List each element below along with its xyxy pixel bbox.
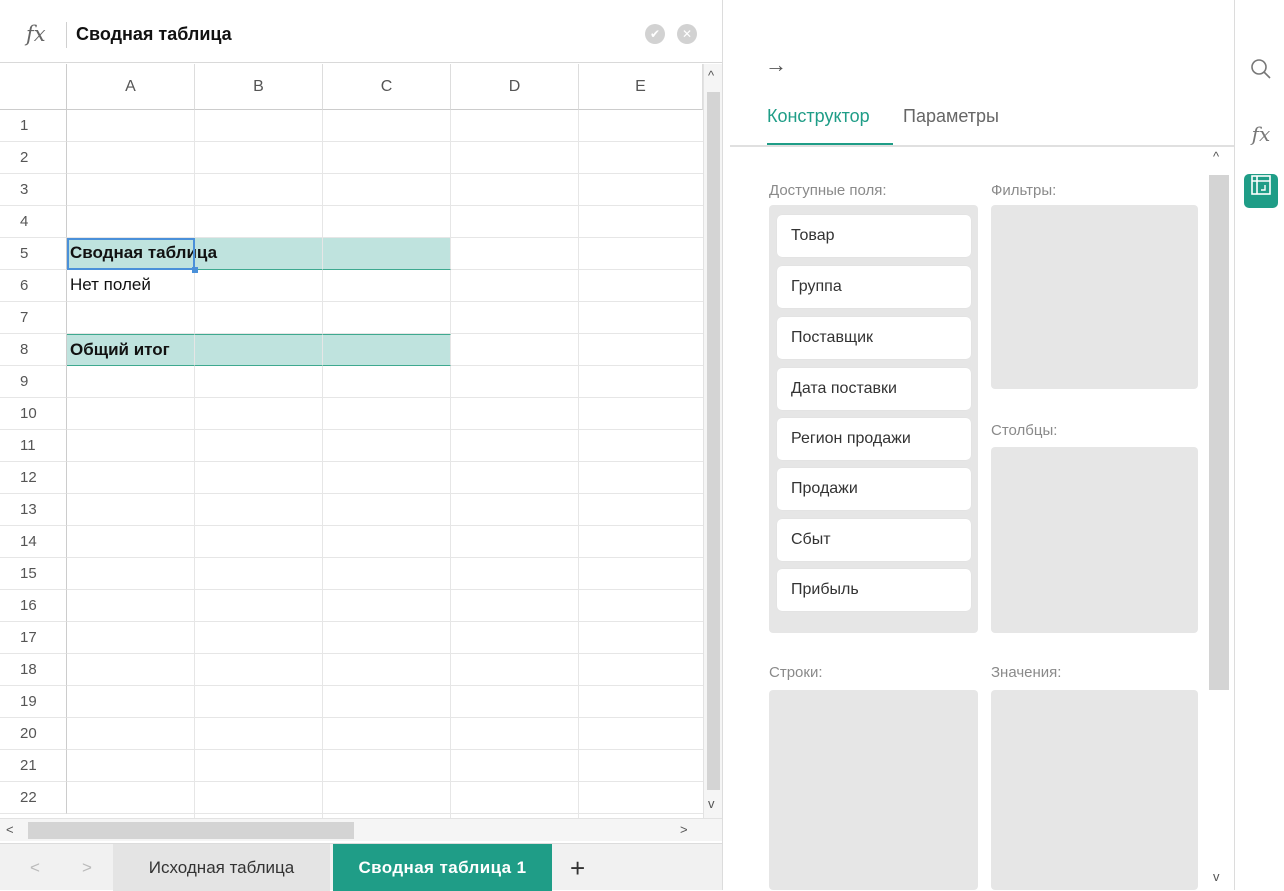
vertical-scrollbar[interactable]: ^ v	[703, 64, 722, 818]
column-header-b[interactable]: B	[195, 64, 323, 110]
field-item[interactable]: Регион продажи	[777, 418, 971, 460]
scroll-down-icon[interactable]: v	[708, 796, 715, 811]
cancel-icon[interactable]: ✕	[677, 24, 697, 44]
row-header[interactable]: 6	[0, 270, 67, 302]
tab-parameters[interactable]: Параметры	[903, 106, 999, 127]
columns-drop-zone[interactable]	[991, 447, 1198, 633]
horizontal-scroll-thumb[interactable]	[28, 822, 354, 839]
row-header[interactable]: 14	[0, 526, 67, 558]
values-label: Значения:	[991, 664, 1062, 681]
field-item[interactable]: Прибыль	[777, 569, 971, 611]
row-header[interactable]: 19	[0, 686, 67, 718]
panel-divider	[730, 145, 1235, 147]
panel-scroll-down-icon[interactable]: v	[1213, 869, 1220, 884]
scroll-right-icon[interactable]: >	[680, 822, 688, 837]
sheet-tab-pivot[interactable]: Сводная таблица 1	[333, 844, 552, 891]
row-header[interactable]: 9	[0, 366, 67, 398]
row-header[interactable]: 7	[0, 302, 67, 334]
select-all-corner[interactable]	[0, 64, 67, 110]
cell-b8[interactable]	[195, 334, 323, 366]
cell-c5[interactable]	[323, 238, 451, 270]
cell-area[interactable]	[67, 110, 703, 818]
function-icon[interactable]: fx	[26, 22, 46, 46]
pivot-table-panel: → Конструктор Параметры Доступные поля: …	[722, 0, 1235, 890]
rows-label: Строки:	[769, 664, 823, 681]
formula-separator	[66, 22, 67, 48]
row-header[interactable]: 16	[0, 590, 67, 622]
prev-sheet-icon[interactable]: <	[30, 858, 40, 878]
row-header[interactable]: 15	[0, 558, 67, 590]
next-sheet-icon[interactable]: >	[82, 858, 92, 878]
column-header-e[interactable]: E	[579, 64, 703, 110]
scroll-up-icon[interactable]: ^	[708, 68, 714, 83]
cell-a8[interactable]: Общий итог	[67, 334, 195, 366]
panel-scroll-thumb[interactable]	[1209, 175, 1229, 690]
row-header[interactable]: 3	[0, 174, 67, 206]
row-header[interactable]: 11	[0, 430, 67, 462]
available-fields-zone: Товар Группа Поставщик Дата поставки Рег…	[769, 205, 978, 633]
field-item[interactable]: Товар	[777, 215, 971, 257]
sheet-tab-source[interactable]: Исходная таблица	[113, 844, 330, 891]
field-item[interactable]: Дата поставки	[777, 368, 971, 410]
row-header[interactable]: 10	[0, 398, 67, 430]
column-header-a[interactable]: A	[67, 64, 195, 110]
function-panel-icon[interactable]: fx	[1244, 117, 1278, 151]
row-header[interactable]: 2	[0, 142, 67, 174]
row-header[interactable]: 13	[0, 494, 67, 526]
fill-handle[interactable]	[192, 267, 198, 273]
column-header-d[interactable]: D	[451, 64, 579, 110]
row-header[interactable]: 4	[0, 206, 67, 238]
horizontal-scrollbar[interactable]: < >	[0, 818, 722, 841]
scroll-left-icon[interactable]: <	[6, 822, 14, 837]
confirm-icon[interactable]: ✔	[645, 24, 665, 44]
add-sheet-icon[interactable]: +	[570, 853, 585, 884]
formula-bar: fx Сводная таблица ✔ ✕	[0, 0, 722, 63]
row-header[interactable]: 20	[0, 718, 67, 750]
row-header[interactable]: 18	[0, 654, 67, 686]
row-header[interactable]: 17	[0, 622, 67, 654]
column-header-c[interactable]: C	[323, 64, 451, 110]
vertical-scroll-thumb[interactable]	[707, 92, 720, 790]
field-item[interactable]: Группа	[777, 266, 971, 308]
tab-constructor[interactable]: Конструктор	[767, 106, 870, 127]
row-header[interactable]: 8	[0, 334, 67, 366]
formula-input[interactable]: Сводная таблица	[76, 24, 232, 45]
rows-drop-zone[interactable]	[769, 690, 978, 890]
row-header[interactable]: 21	[0, 750, 67, 782]
search-icon[interactable]	[1244, 57, 1278, 91]
row-header[interactable]: 12	[0, 462, 67, 494]
filters-drop-zone[interactable]	[991, 205, 1198, 389]
field-item[interactable]: Продажи	[777, 468, 971, 510]
cell-a5[interactable]: Сводная таблица	[67, 238, 217, 270]
pivot-table-icon[interactable]	[1244, 174, 1278, 208]
row-header[interactable]: 22	[0, 782, 67, 814]
cell-c8[interactable]	[323, 334, 451, 366]
sheet-tab-bar: < > Исходная таблица Сводная таблица 1 +	[0, 843, 722, 891]
right-toolbar: fx	[1234, 0, 1284, 890]
cell-a6[interactable]: Нет полей	[67, 270, 195, 302]
field-item[interactable]: Сбыт	[777, 519, 971, 561]
panel-scroll-up-icon[interactable]: ^	[1213, 149, 1219, 164]
available-fields-label: Доступные поля:	[769, 182, 887, 199]
columns-label: Столбцы:	[991, 422, 1058, 439]
field-item[interactable]: Поставщик	[777, 317, 971, 359]
values-drop-zone[interactable]	[991, 690, 1198, 890]
row-header[interactable]: 1	[0, 110, 67, 142]
row-header[interactable]: 5	[0, 238, 67, 270]
filters-label: Фильтры:	[991, 182, 1057, 199]
collapse-panel-icon[interactable]: →	[765, 52, 787, 78]
